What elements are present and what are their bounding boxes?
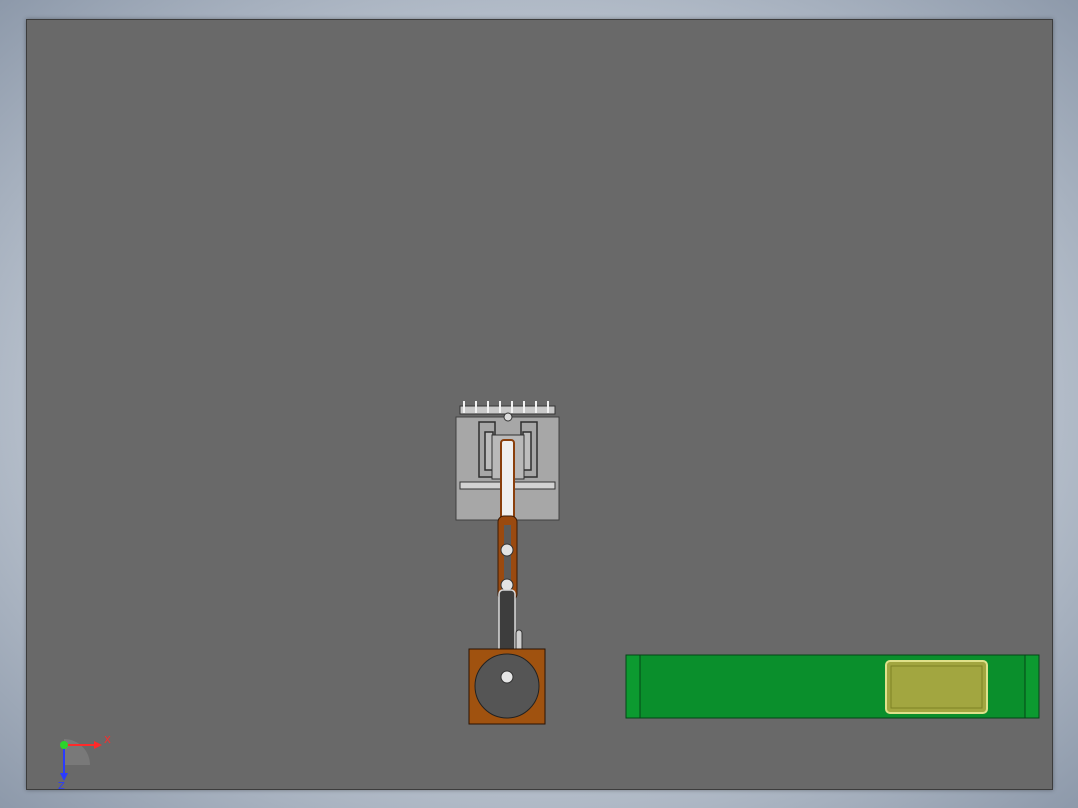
gripper-center-bolt [503,412,513,422]
orientation-triad: X Z [58,735,111,790]
robot-base[interactable] [468,648,546,725]
z-axis-arrow [60,773,68,781]
conveyor-left-end [625,654,641,719]
model-scene[interactable] [27,20,1052,789]
graphics-viewport[interactable]: X Z [26,19,1053,790]
z-axis-label: Z [58,781,65,790]
conveyor-part[interactable] [885,660,988,714]
y-axis-dot [60,741,68,749]
x-axis-label: X [104,735,111,746]
base-pivot [500,670,514,684]
conveyor-right-end [1024,654,1040,719]
triad-arc [64,739,90,765]
elbow-joint [500,543,514,557]
base-turntable [474,653,540,719]
x-axis-arrow [94,741,102,749]
arm-wrist-link [500,439,515,523]
conveyor[interactable] [625,654,1040,719]
elbow-joint-2 [500,578,514,592]
